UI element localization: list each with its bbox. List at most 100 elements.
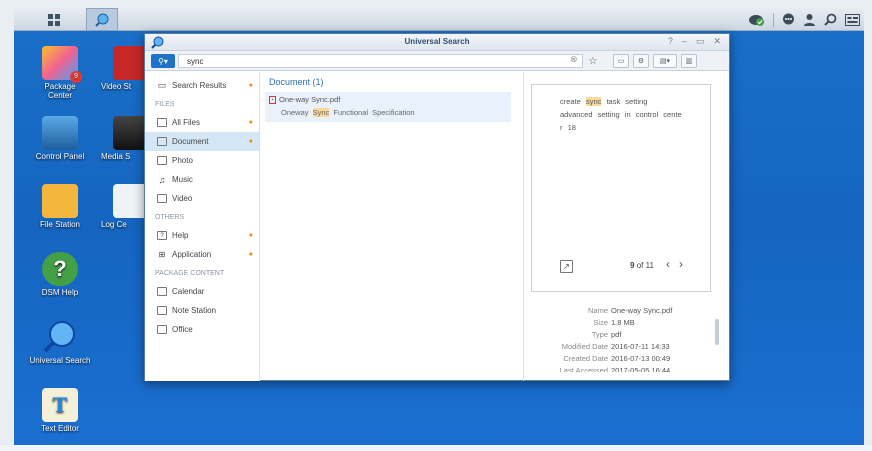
- property-label: Name: [587, 306, 608, 315]
- new-results-dot: ●: [248, 251, 253, 258]
- taskbar-universal-search[interactable]: [86, 8, 118, 31]
- sidebar-item-calendar[interactable]: Calendar: [145, 282, 259, 301]
- user-icon[interactable]: [803, 13, 816, 26]
- preview-text: create sync task setting advanced settin…: [532, 85, 707, 134]
- desktop-icon-dsm-help[interactable]: ? DSM Help: [25, 252, 95, 297]
- folder-search-icon: [42, 184, 78, 218]
- property-row: Modified Date 2016-07-11 14:33: [525, 342, 723, 354]
- sidebar-item-label: Music: [172, 175, 193, 184]
- sidebar-item-music[interactable]: ♫ Music: [145, 170, 259, 189]
- page-total: of 11: [636, 261, 654, 270]
- calendar-icon: [157, 287, 167, 296]
- snippet-text: Functional Specification: [333, 108, 415, 117]
- minimize-button[interactable]: –: [682, 36, 687, 47]
- section-heading-files: FILES: [155, 100, 175, 108]
- desktop-icon-text-editor[interactable]: T Text Editor: [25, 388, 95, 433]
- section-heading-others: OTHERS: [155, 213, 185, 221]
- next-page-icon[interactable]: ›: [679, 257, 683, 271]
- help-icon: ?: [157, 231, 167, 240]
- page-indicator: 9 of 11: [630, 261, 654, 270]
- chat-icon[interactable]: [782, 13, 795, 26]
- search-toolbar: ⚲▾ ⊗ ☆ ▭ ⚙ ▤▾ ▥: [145, 51, 729, 71]
- cloud-sync-icon[interactable]: [749, 13, 765, 27]
- property-label: Last Accessed: [559, 366, 608, 372]
- search-globe-icon: [42, 320, 78, 354]
- desktop-icon-universal-search[interactable]: Universal Search: [25, 320, 95, 365]
- widgets-icon[interactable]: [845, 13, 860, 26]
- search-toolbar-icons: ☆ ▭ ⚙ ▤▾ ▥: [585, 54, 697, 68]
- sidebar-item-help[interactable]: ? Help ●: [145, 226, 259, 245]
- music-icon: ♫: [158, 174, 166, 185]
- sidebar-item-all-files[interactable]: All Files ●: [145, 113, 259, 132]
- window-titlebar[interactable]: Universal Search ? – ▭ ✕: [145, 34, 729, 51]
- gear-icon[interactable]: ⚙: [633, 54, 649, 68]
- sidebar-item-application[interactable]: ⊞ Application ●: [145, 245, 259, 264]
- folder-icon[interactable]: ▭: [613, 54, 629, 68]
- sidebar-item-label: Note Station: [172, 306, 217, 315]
- open-external-icon[interactable]: ↗: [560, 260, 573, 273]
- office-icon: [157, 325, 167, 334]
- desktop-icon-video-station[interactable]: Video St: [101, 46, 149, 91]
- new-results-dot: ●: [248, 119, 253, 126]
- sidebar-item-document[interactable]: Document ●: [145, 132, 259, 151]
- sidebar-item-label: Calendar: [172, 287, 205, 296]
- desktop-icon-log-center[interactable]: Log Ce: [101, 184, 149, 229]
- property-label: Modified Date: [561, 342, 608, 351]
- search-icon[interactable]: [824, 13, 837, 26]
- sidebar-item-search-results[interactable]: ▭ Search Results ●: [145, 76, 259, 95]
- desktop-icon-label: Log Ce: [101, 220, 127, 229]
- property-row: Size 1.8 MB: [525, 318, 723, 330]
- taskbar-tray: [749, 8, 860, 31]
- package-icon: 9: [42, 46, 82, 83]
- desktop-icon-control-panel[interactable]: Control Panel: [25, 116, 95, 161]
- grid-icon: [48, 13, 60, 26]
- search-globe-icon: [95, 13, 109, 27]
- text-editor-icon: T: [42, 388, 78, 422]
- preview-line: advanced setting in control cente: [560, 110, 682, 119]
- main-menu-button[interactable]: [38, 8, 70, 31]
- result-name: ▪ One-way Sync.pdf: [269, 95, 511, 104]
- desktop-icon-file-station[interactable]: File Station: [25, 184, 95, 229]
- universal-search-window: Universal Search ? – ▭ ✕ ⚲▾ ⊗ ☆ ▭ ⚙ ▤▾ ▥: [144, 33, 730, 381]
- search-icon: ⚲▾: [158, 56, 168, 66]
- sidebar-item-photo[interactable]: Photo: [145, 151, 259, 170]
- view-options-icon[interactable]: ▤▾: [653, 54, 677, 68]
- help-icon: ?: [42, 252, 78, 286]
- result-filename: One-way Sync.pdf: [279, 95, 341, 104]
- desktop-icon-label: Universal Search: [29, 356, 91, 365]
- sidebar-item-label: Help: [172, 231, 189, 240]
- panel-icon[interactable]: ▥: [681, 54, 697, 68]
- snippet-highlight: Sync: [312, 108, 330, 117]
- page-current: 9: [630, 261, 635, 270]
- sidebar-item-label: Video: [172, 194, 193, 203]
- close-button[interactable]: ✕: [713, 36, 721, 47]
- preview-word: task setting: [606, 97, 648, 106]
- sidebar-item-label: Office: [172, 325, 193, 334]
- sidebar-item-office[interactable]: Office: [145, 320, 259, 339]
- category-sidebar: ▭ Search Results ● FILES All Files ● Doc…: [145, 72, 260, 381]
- sidebar-item-video[interactable]: Video: [145, 189, 259, 208]
- search-type-button[interactable]: ⚲▾: [151, 54, 175, 68]
- page-navigation: ‹ ›: [666, 257, 683, 271]
- desktop-icon-label: Control Panel: [35, 152, 85, 161]
- properties-scrollbar[interactable]: [715, 319, 719, 345]
- preview-highlight: sync: [585, 97, 602, 106]
- property-row: Type pdf: [525, 330, 723, 342]
- search-input[interactable]: [178, 54, 583, 68]
- desktop-icon-package-center[interactable]: 9 Package Center: [25, 46, 95, 100]
- clear-icon[interactable]: ⊗: [570, 54, 578, 65]
- previous-page-icon[interactable]: ‹: [666, 257, 670, 271]
- desktop-icon-label: Package Center: [44, 82, 76, 100]
- file-properties: Name One-way Sync.pdf Size 1.8 MB Type pdf …: [525, 306, 723, 372]
- document-icon: [157, 137, 167, 146]
- result-item[interactable]: ▪ One-way Sync.pdf Oneway Sync Functiona…: [265, 92, 511, 122]
- new-results-dot: ●: [248, 232, 253, 239]
- maximize-button[interactable]: ▭: [696, 36, 705, 47]
- sidebar-item-note-station[interactable]: Note Station: [145, 301, 259, 320]
- new-results-dot: ●: [248, 82, 253, 89]
- star-icon[interactable]: ☆: [585, 54, 601, 68]
- property-row: Created Date 2016-07-13 00:49: [525, 354, 723, 366]
- desktop-icon-media-server[interactable]: Media S: [101, 116, 149, 161]
- result-snippet: Oneway Sync Functional Specification: [269, 108, 511, 117]
- help-button[interactable]: ?: [668, 36, 673, 47]
